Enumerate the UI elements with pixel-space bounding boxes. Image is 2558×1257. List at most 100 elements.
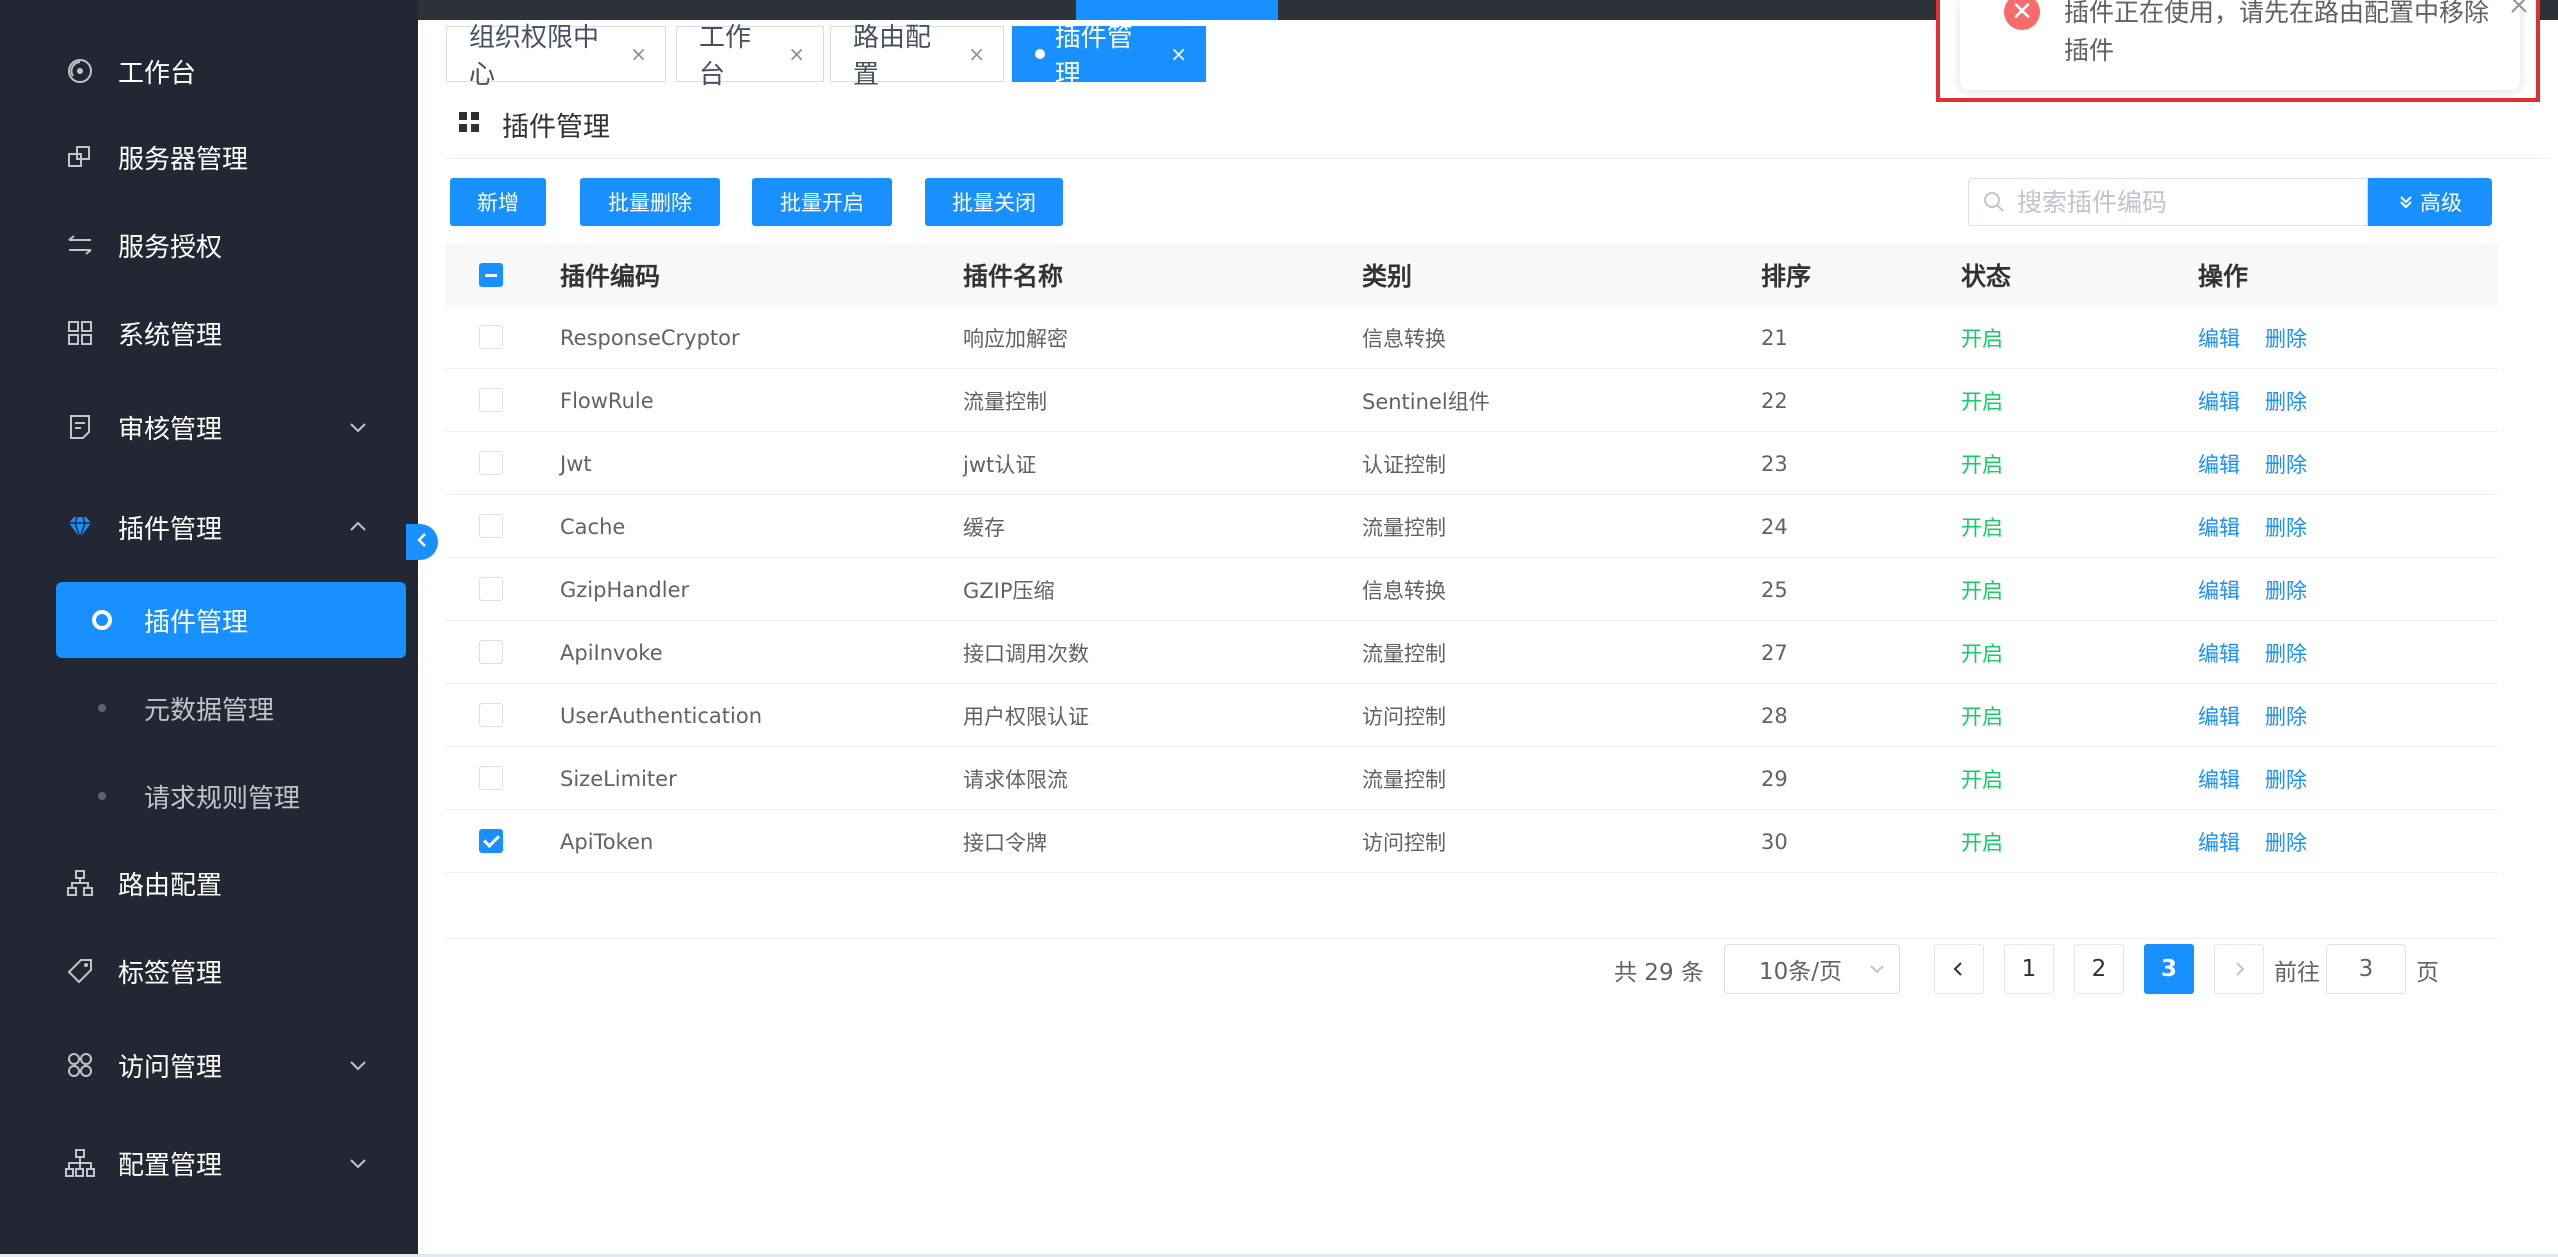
diamond-icon xyxy=(64,511,96,543)
page-size-select[interactable]: 10条/页 xyxy=(1724,944,1900,994)
delete-link[interactable]: 删除 xyxy=(2265,495,2307,558)
tab-close-icon[interactable]: × xyxy=(630,42,647,66)
edit-link[interactable]: 编辑 xyxy=(2198,495,2240,558)
cell-category: 流量控制 xyxy=(1362,641,1446,666)
cell-status: 开启 xyxy=(1961,326,2003,351)
bullet-icon xyxy=(98,792,106,800)
table-row: Jwt jwt认证 认证控制 23 开启 编辑 删除 xyxy=(445,432,2498,495)
row-checkbox[interactable] xyxy=(479,514,503,538)
add-button[interactable]: 新增 xyxy=(450,178,546,226)
table-row: FlowRule 流量控制 Sentinel组件 22 开启 编辑 删除 xyxy=(445,369,2498,432)
tab-label: 组织权限中心 xyxy=(469,23,600,90)
cell-status: 开启 xyxy=(1961,578,2003,603)
double-chevron-down-icon xyxy=(2398,194,2414,210)
goto-page-input[interactable] xyxy=(2326,944,2406,994)
sidebar-item-server[interactable]: 服务器管理 xyxy=(0,124,418,190)
row-checkbox[interactable] xyxy=(479,703,503,727)
cell-sort: 22 xyxy=(1761,388,1788,413)
cell-code: FlowRule xyxy=(560,388,654,413)
tab-close-icon[interactable]: × xyxy=(1170,42,1187,66)
edit-link[interactable]: 编辑 xyxy=(2198,684,2240,747)
row-checkbox[interactable] xyxy=(479,577,503,601)
sidebar-item-label: 标签管理 xyxy=(118,958,223,989)
sidebar-item-route[interactable]: 路由配置 xyxy=(0,850,418,916)
prev-page-button[interactable] xyxy=(1934,944,1984,994)
cell-status: 开启 xyxy=(1961,389,2003,414)
delete-link[interactable]: 删除 xyxy=(2265,621,2307,684)
tab-org-permission[interactable]: 组织权限中心 × xyxy=(446,23,666,90)
tab-close-icon[interactable]: × xyxy=(788,42,805,66)
edit-link[interactable]: 编辑 xyxy=(2198,810,2240,873)
batch-enable-button[interactable]: 批量开启 xyxy=(752,178,892,226)
column-header-actions: 操作 xyxy=(2198,262,2249,291)
cell-code: ApiToken xyxy=(560,829,654,854)
page-2-button[interactable]: 2 xyxy=(2074,944,2124,994)
row-checkbox[interactable] xyxy=(479,766,503,790)
tab-plugin-management[interactable]: 插件管理 × xyxy=(1012,23,1206,90)
delete-link[interactable]: 删除 xyxy=(2265,558,2307,621)
cell-status: 开启 xyxy=(1961,452,2003,477)
edit-link[interactable]: 编辑 xyxy=(2198,306,2240,369)
cell-sort: 29 xyxy=(1761,766,1788,791)
sidebar-item-system[interactable]: 系统管理 xyxy=(0,300,418,366)
cell-category: 访问控制 xyxy=(1362,830,1446,855)
sidebar-item-service-auth[interactable]: 服务授权 xyxy=(0,212,418,278)
cell-category: Sentinel组件 xyxy=(1362,389,1490,414)
sidebar: 工作台 服务器管理 服务授权 系统管理 审核管理 插件管理 插件管理 元数据管理… xyxy=(0,0,418,1257)
sidebar-subitem-request-rules[interactable]: 请求规则管理 xyxy=(56,766,406,826)
row-checkbox[interactable] xyxy=(479,388,503,412)
sidebar-item-plugin[interactable]: 插件管理 xyxy=(0,494,418,560)
tab-close-icon[interactable]: × xyxy=(968,42,985,66)
row-checkbox[interactable] xyxy=(479,640,503,664)
delete-link[interactable]: 删除 xyxy=(2265,747,2307,810)
row-checkbox[interactable] xyxy=(479,325,503,349)
sidebar-subitem-plugin-management[interactable]: 插件管理 xyxy=(56,582,406,658)
edit-link[interactable]: 编辑 xyxy=(2198,558,2240,621)
close-icon[interactable] xyxy=(2508,0,2532,18)
sidebar-item-config[interactable]: 配置管理 xyxy=(0,1130,418,1196)
page-3-button[interactable]: 3 xyxy=(2144,944,2194,994)
edit-link[interactable]: 编辑 xyxy=(2198,621,2240,684)
sidebar-collapse-button[interactable] xyxy=(406,524,438,560)
page-1-button[interactable]: 1 xyxy=(2004,944,2054,994)
row-checkbox[interactable] xyxy=(479,829,503,853)
table-footer-divider xyxy=(445,938,2498,939)
search-input[interactable] xyxy=(2017,187,2357,217)
sidebar-item-audit[interactable]: 审核管理 xyxy=(0,394,418,460)
tab-dashboard[interactable]: 工作台 × xyxy=(676,23,824,90)
cell-sort: 24 xyxy=(1761,514,1788,539)
delete-link[interactable]: 删除 xyxy=(2265,369,2307,432)
swap-icon xyxy=(64,229,96,261)
edit-link[interactable]: 编辑 xyxy=(2198,369,2240,432)
select-all-checkbox[interactable] xyxy=(479,263,503,287)
cell-category: 流量控制 xyxy=(1362,767,1446,792)
table-row: GzipHandler GZIP压缩 信息转换 25 开启 编辑 删除 xyxy=(445,558,2498,621)
edit-link[interactable]: 编辑 xyxy=(2198,747,2240,810)
next-page-button[interactable] xyxy=(2214,944,2264,994)
sidebar-item-dashboard[interactable]: 工作台 xyxy=(0,38,418,104)
delete-link[interactable]: 删除 xyxy=(2265,810,2307,873)
edit-link[interactable]: 编辑 xyxy=(2198,432,2240,495)
sidebar-item-label: 服务授权 xyxy=(118,232,223,263)
grid-icon xyxy=(64,317,96,349)
tab-route-config[interactable]: 路由配置 × xyxy=(830,23,1004,90)
row-checkbox[interactable] xyxy=(479,451,503,475)
advanced-search-button[interactable]: 高级 xyxy=(2368,178,2492,226)
page-size-value: 10条/页 xyxy=(1759,959,1843,985)
sidebar-item-access[interactable]: 访问管理 xyxy=(0,1032,418,1098)
chevron-down-icon xyxy=(346,1053,370,1077)
cell-code: ApiInvoke xyxy=(560,640,663,665)
cell-category: 认证控制 xyxy=(1362,452,1446,477)
chevron-right-icon xyxy=(2230,960,2248,978)
delete-link[interactable]: 删除 xyxy=(2265,306,2307,369)
sidebar-subitem-metadata[interactable]: 元数据管理 xyxy=(56,678,406,738)
delete-link[interactable]: 删除 xyxy=(2265,432,2307,495)
chevron-up-icon xyxy=(346,515,370,539)
batch-delete-button[interactable]: 批量删除 xyxy=(580,178,720,226)
sidebar-item-label: 工作台 xyxy=(118,58,197,89)
sidebar-item-tags[interactable]: 标签管理 xyxy=(0,938,418,1004)
chevron-down-icon xyxy=(346,1151,370,1175)
delete-link[interactable]: 删除 xyxy=(2265,684,2307,747)
batch-disable-button[interactable]: 批量关闭 xyxy=(925,178,1063,226)
sidebar-item-label: 插件管理 xyxy=(118,514,223,545)
